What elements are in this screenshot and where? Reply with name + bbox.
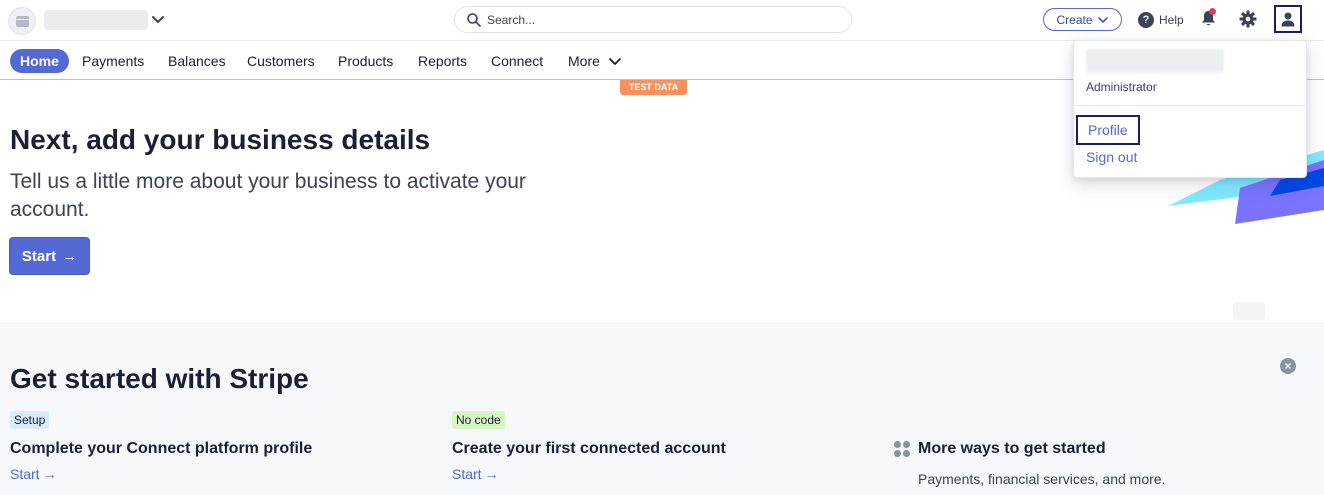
profile-menu-item[interactable]: Profile [1076, 115, 1140, 145]
search-box[interactable] [454, 6, 852, 33]
account-name-redacted[interactable] [44, 10, 148, 30]
get-started-title: Get started with Stripe [10, 363, 309, 394]
nav-item-more-label: More [568, 53, 600, 69]
user-role: Administrator [1086, 80, 1157, 94]
arrow-right-icon: → [484, 466, 499, 482]
store-icon [16, 16, 29, 27]
more-ways-title[interactable]: More ways to get started [918, 440, 1106, 458]
chevron-down-icon [1097, 16, 1108, 23]
connected-account-title: Create your first connected account [452, 440, 726, 457]
chevron-down-icon[interactable] [150, 11, 166, 27]
start-button-label: Start [21, 247, 57, 265]
help-icon: ? [1138, 12, 1154, 28]
search-input[interactable] [487, 10, 837, 30]
arrow-right-icon: → [62, 247, 78, 265]
gear-icon[interactable] [1239, 10, 1257, 28]
nav-item-connect[interactable]: Connect [491, 49, 543, 73]
chevron-down-icon[interactable] [608, 54, 622, 68]
hero-title: Next, add your business details [10, 124, 431, 155]
search-icon [467, 13, 481, 27]
beta-placeholder [1233, 302, 1265, 320]
menu-divider [1074, 105, 1306, 106]
arrow-right-icon: → [42, 466, 57, 482]
nav-item-more[interactable]: More [568, 49, 600, 73]
user-dropdown-menu: Administrator Profile Sign out [1073, 40, 1307, 178]
help-button[interactable]: ? Help [1138, 10, 1184, 30]
sign-out-menu-item[interactable]: Sign out [1086, 149, 1137, 165]
nav-item-balances[interactable]: Balances [168, 49, 226, 73]
user-name-redacted [1086, 49, 1224, 73]
account-avatar[interactable] [8, 7, 36, 35]
help-label: Help [1159, 13, 1184, 27]
activate-start-button[interactable]: Start → [9, 237, 90, 275]
notification-badge [1209, 8, 1216, 15]
no-code-tag: No code [452, 411, 505, 429]
nav-item-home[interactable]: Home [10, 49, 69, 73]
create-button[interactable]: Create [1043, 8, 1122, 31]
hero-subtitle: Tell us a little more about your busines… [10, 170, 526, 221]
nav-item-payments[interactable]: Payments [82, 49, 144, 73]
start-link-label: Start [10, 466, 40, 482]
start-link-label: Start [452, 466, 482, 482]
grid-icon [894, 441, 910, 457]
close-icon[interactable]: × [1280, 358, 1296, 374]
nav-item-reports[interactable]: Reports [418, 49, 467, 73]
user-icon [1281, 12, 1295, 27]
setup-tag: Setup [10, 411, 50, 429]
more-ways-description: Payments, financial services, and more. [918, 471, 1166, 487]
user-menu-button[interactable] [1274, 5, 1302, 33]
nav-item-products[interactable]: Products [338, 49, 393, 73]
create-button-label: Create [1056, 12, 1093, 27]
test-data-badge: TEST DATA [620, 80, 687, 95]
get-started-section [0, 322, 1324, 495]
connect-profile-start-link[interactable]: Start → [10, 466, 57, 482]
connected-account-start-link[interactable]: Start → [452, 466, 499, 482]
nav-item-customers[interactable]: Customers [247, 49, 315, 73]
connect-profile-title: Complete your Connect platform profile [10, 440, 313, 457]
